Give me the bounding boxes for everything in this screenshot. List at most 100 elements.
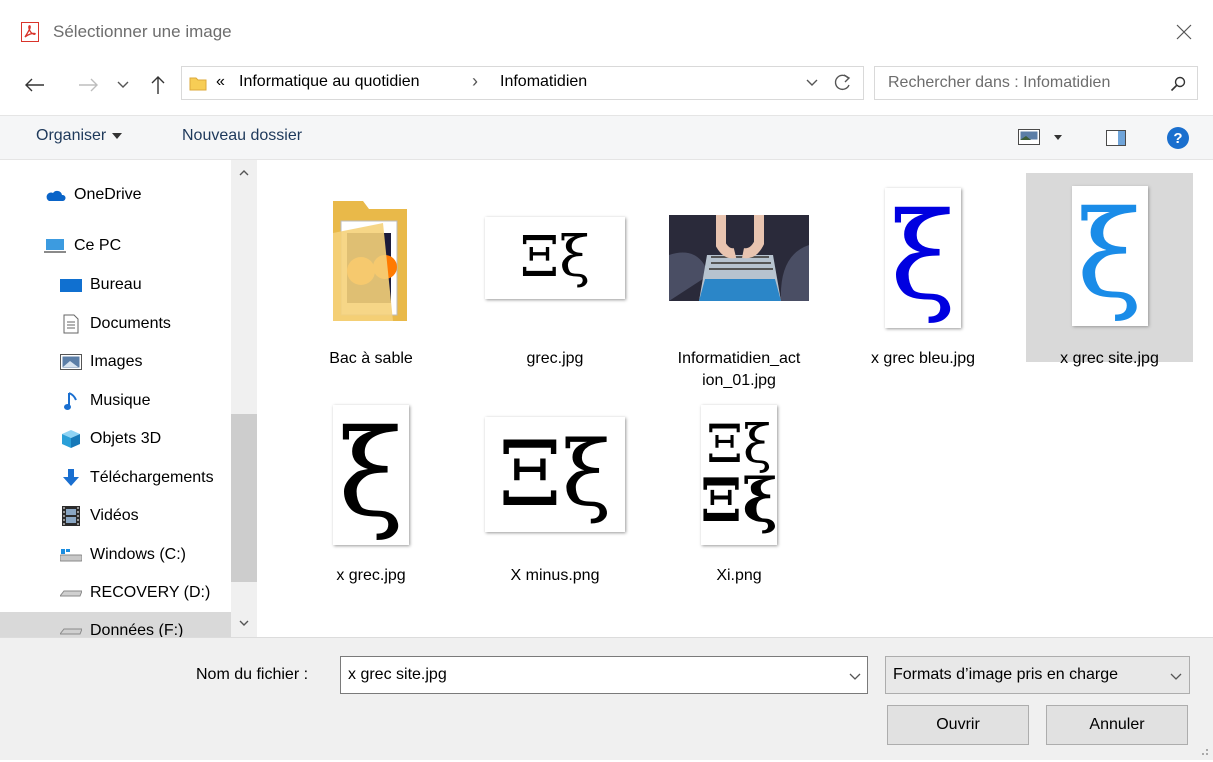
- filetype-value: Formats d’image pris en charge: [893, 666, 1118, 683]
- file-name: grec.jpg: [526, 350, 584, 367]
- photo-thumbnail: [660, 175, 818, 340]
- breadcrumb-separator: ›: [472, 71, 478, 91]
- sidebar-item-label: OneDrive: [74, 186, 142, 203]
- chevron-down-icon: [1170, 673, 1182, 680]
- file-list: Bac à sable Ξξ grec.jpg Informatidien_ac…: [258, 160, 1213, 637]
- scroll-up-icon[interactable]: [239, 170, 249, 176]
- file-item-image[interactable]: Ξξ Ξξ Xi.png: [660, 392, 818, 602]
- thumbnail-glyph: Ξξ: [498, 421, 612, 527]
- view-options-button[interactable]: [1018, 129, 1062, 145]
- filetype-select[interactable]: Formats d’image pris en charge: [885, 656, 1190, 694]
- documents-icon: [60, 314, 82, 334]
- file-name-line: ion_01.jpg: [702, 372, 776, 389]
- pdf-app-icon: [21, 22, 39, 42]
- path-overflow[interactable]: «: [216, 73, 225, 91]
- chevron-down-icon[interactable]: [849, 673, 861, 681]
- sidebar-item-videos[interactable]: Vidéos: [60, 497, 139, 535]
- file-item-image[interactable]: ξ x grec.jpg: [292, 392, 450, 602]
- new-folder-button[interactable]: Nouveau dossier: [182, 127, 302, 145]
- sidebar-item-desktop[interactable]: Bureau: [60, 266, 142, 304]
- sidebar-item-windows-drive[interactable]: Windows (C:): [60, 536, 186, 574]
- thumbnail-glyph: ξ: [337, 404, 405, 544]
- image-thumbnail: ξ: [292, 392, 450, 557]
- svg-text:?: ?: [1173, 130, 1182, 147]
- folder-icon: [189, 77, 207, 91]
- filename-input[interactable]: x grec site.jpg: [340, 656, 868, 694]
- up-button[interactable]: [147, 70, 169, 100]
- sidebar-item-label: Vidéos: [90, 507, 139, 524]
- navigation-pane: OneDrive Ce PC Bureau Documents Images M…: [0, 160, 257, 637]
- sidebar-item-3d-objects[interactable]: Objets 3D: [60, 420, 161, 458]
- open-button[interactable]: Ouvrir: [887, 705, 1029, 745]
- file-item-image-selected[interactable]: ξ x grec site.jpg: [1026, 173, 1193, 367]
- sidebar-item-music[interactable]: Musique: [60, 382, 150, 420]
- address-bar[interactable]: « Informatique au quotidien › Infomatidi…: [181, 66, 864, 100]
- breadcrumb-item[interactable]: Informatique au quotidien: [239, 73, 420, 91]
- scroll-thumb[interactable]: [231, 414, 257, 582]
- sidebar-item-documents[interactable]: Documents: [60, 305, 171, 343]
- file-item-image[interactable]: Ξξ grec.jpg: [476, 175, 634, 385]
- chevron-down-icon: [117, 81, 129, 88]
- recent-locations-button[interactable]: [114, 70, 132, 100]
- file-name: x grec site.jpg: [1060, 350, 1159, 367]
- thumbnail-glyph: ξ: [889, 187, 957, 327]
- help-icon: ?: [1167, 127, 1189, 149]
- sidebar-item-data-drive[interactable]: Données (F:): [0, 612, 231, 637]
- refresh-icon[interactable]: [834, 73, 852, 93]
- sidebar-item-pictures[interactable]: Images: [60, 343, 142, 381]
- sidebar-item-downloads[interactable]: Téléchargements: [60, 459, 214, 497]
- sidebar-item-label: Musique: [90, 392, 151, 409]
- close-button[interactable]: [1170, 18, 1198, 46]
- windows-drive-icon: [60, 545, 82, 565]
- window-title: Sélectionner une image: [53, 22, 232, 41]
- back-button[interactable]: [22, 70, 46, 100]
- file-name: Informatidien_act ion_01.jpg: [660, 348, 818, 392]
- drive-icon: [60, 583, 82, 603]
- sidebar-item-label: Bureau: [90, 276, 142, 293]
- help-button[interactable]: ?: [1166, 126, 1190, 155]
- resize-grip[interactable]: [1198, 744, 1210, 762]
- music-icon: [60, 391, 82, 411]
- preview-pane-button[interactable]: [1106, 130, 1126, 151]
- file-item-photo[interactable]: Informatidien_act ion_01.jpg: [660, 175, 818, 389]
- file-item-folder[interactable]: Bac à sable: [292, 175, 450, 385]
- sidebar-item-label: Ce PC: [74, 237, 122, 254]
- search-input[interactable]: Rechercher dans : Infomatidien: [874, 66, 1198, 100]
- image-thumbnail: ξ: [844, 175, 1002, 340]
- sidebar-item-label: Documents: [90, 315, 171, 332]
- sidebar-item-this-pc[interactable]: Ce PC: [44, 227, 121, 265]
- image-thumbnail: Ξξ: [476, 392, 634, 557]
- image-thumbnail: Ξξ Ξξ: [660, 392, 818, 557]
- caret-down-icon: [1054, 134, 1062, 140]
- cloud-icon: [44, 185, 66, 205]
- video-icon: [60, 506, 82, 526]
- view-icon: [1018, 129, 1040, 145]
- file-name: x grec bleu.jpg: [870, 350, 976, 367]
- file-name: x grec.jpg: [336, 567, 406, 584]
- file-name: Bac à sable: [329, 350, 413, 367]
- cancel-button[interactable]: Annuler: [1046, 705, 1188, 745]
- breadcrumb-item[interactable]: Infomatidien: [500, 73, 587, 91]
- chevron-down-icon[interactable]: [806, 79, 818, 87]
- thumbnail-glyph: ξ: [1076, 185, 1143, 325]
- filename-label: Nom du fichier :: [196, 666, 309, 683]
- forward-button[interactable]: [77, 70, 101, 100]
- file-item-image[interactable]: Ξξ X minus.png: [476, 392, 634, 602]
- organize-label: Organiser: [36, 127, 107, 144]
- organize-button[interactable]: Organiser: [36, 127, 123, 145]
- caret-down-icon: [112, 133, 123, 139]
- desktop-icon: [60, 275, 82, 295]
- scroll-down-icon[interactable]: [239, 620, 249, 626]
- image-thumbnail: ξ: [1026, 173, 1193, 338]
- sidebar-item-onedrive[interactable]: OneDrive: [44, 176, 142, 214]
- arrow-right-icon: [79, 78, 98, 92]
- thumbnail-glyph: Ξξ: [519, 224, 591, 290]
- sidebar-item-label: Téléchargements: [90, 469, 214, 486]
- close-icon: [1176, 24, 1192, 40]
- file-item-image[interactable]: ξ x grec bleu.jpg: [844, 175, 1002, 385]
- arrow-left-icon: [25, 78, 44, 92]
- sidebar-item-label: RECOVERY (D:): [90, 584, 211, 601]
- sidebar-item-label: Objets 3D: [90, 430, 162, 447]
- sidebar-item-recovery-drive[interactable]: RECOVERY (D:): [60, 574, 210, 612]
- search-icon[interactable]: [1170, 76, 1186, 92]
